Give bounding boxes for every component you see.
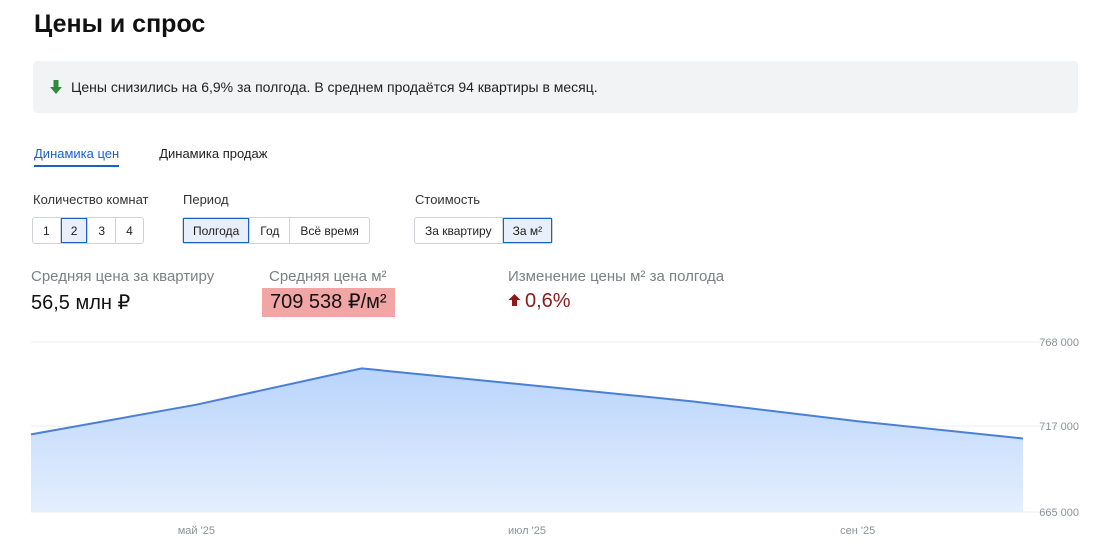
avg-flat-price-value: 56,5 млн ₽: [31, 292, 131, 314]
rooms-option-4[interactable]: 4: [116, 218, 143, 243]
tab-sales-dynamics[interactable]: Динамика продаж: [159, 146, 267, 167]
price-chart: 768 000 717 000 665 000 май '25 июл '25 сен …: [30, 337, 1079, 537]
price-change-value: 0,6%: [525, 290, 571, 312]
period-filter-label: Период: [183, 192, 229, 207]
rooms-filter-label: Количество комнат: [33, 192, 149, 207]
y-tick-label: 717 000: [1039, 421, 1079, 433]
rooms-option-1[interactable]: 1: [33, 218, 61, 243]
price-change: 0,6%: [508, 290, 571, 313]
x-tick-label: май '25: [178, 525, 215, 537]
price-change-label: Изменение цены м² за полгода: [508, 268, 725, 285]
period-option-all-time[interactable]: Всё время: [290, 218, 368, 243]
avg-sqm-price-value: 709 538 ₽/м²: [262, 288, 395, 317]
notice-text: Цены снизились на 6,9% за полгода. В сре…: [71, 79, 598, 95]
chart-tabs: Динамика цен Динамика продаж: [34, 146, 267, 167]
avg-flat-price-label: Средняя цена за квартиру: [31, 268, 215, 285]
period-filter: Полгода Год Всё время: [182, 217, 370, 244]
rooms-option-2[interactable]: 2: [60, 218, 89, 243]
cost-filter: За квартиру За м²: [414, 217, 554, 244]
rooms-filter: 1 2 3 4: [32, 217, 144, 244]
period-option-half-year[interactable]: Полгода: [183, 218, 251, 243]
rooms-option-3[interactable]: 3: [88, 218, 117, 243]
price-area: [31, 368, 1023, 512]
x-tick-label: июл '25: [508, 525, 546, 537]
y-tick-label: 665 000: [1039, 507, 1079, 519]
page-title: Цены и спрос: [34, 10, 206, 38]
arrow-down-icon: [49, 79, 63, 95]
avg-sqm-price-label: Средняя цена м²: [269, 268, 387, 285]
cost-filter-label: Стоимость: [415, 192, 481, 207]
price-notice: Цены снизились на 6,9% за полгода. В сре…: [33, 61, 1078, 113]
tab-price-dynamics[interactable]: Динамика цен: [34, 146, 120, 167]
cost-option-per-sqm[interactable]: За м²: [502, 218, 553, 243]
y-tick-label: 768 000: [1039, 337, 1079, 349]
period-option-year[interactable]: Год: [250, 218, 291, 243]
x-tick-label: сен '25: [840, 525, 875, 537]
cost-option-per-flat[interactable]: За квартиру: [415, 218, 503, 243]
arrow-up-icon: [508, 290, 521, 313]
